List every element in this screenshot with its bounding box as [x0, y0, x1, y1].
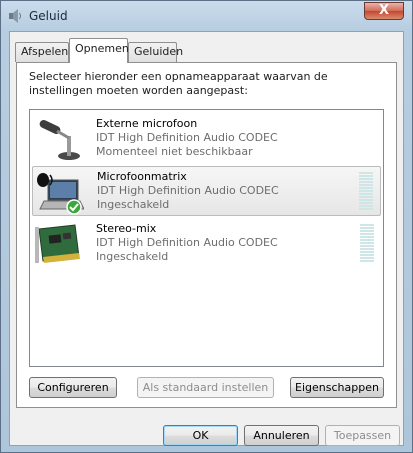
device-name: Microfoonmatrix — [97, 170, 187, 183]
list-item-externe-microfoon[interactable]: Externe microfoon IDT High Definition Au… — [32, 114, 381, 164]
configure-button[interactable]: Configureren — [29, 377, 117, 398]
tab-opnemen[interactable]: Opnemen — [69, 38, 129, 63]
properties-button[interactable]: Eigenschappen — [290, 377, 384, 398]
apply-button[interactable]: Toepassen — [325, 425, 400, 446]
title-bar[interactable]: Geluid X — [1, 1, 412, 31]
device-driver: IDT High Definition Audio CODEC — [96, 236, 278, 249]
sound-dialog-window: Geluid X Afspelen Opnemen Geluiden Selec… — [0, 0, 413, 453]
sound-card-icon — [35, 224, 80, 263]
device-name: Externe microfoon — [96, 117, 198, 130]
level-meter — [359, 172, 373, 212]
ok-button[interactable]: OK — [163, 425, 238, 446]
device-driver: IDT High Definition Audio CODEC — [97, 184, 279, 197]
window-title: Geluid — [29, 9, 68, 23]
device-list[interactable]: Externe microfoon IDT High Definition Au… — [29, 109, 384, 367]
desk-microphone-icon — [39, 120, 80, 160]
close-button[interactable]: X — [364, 2, 404, 20]
speaker-icon — [9, 9, 21, 23]
device-name: Stereo-mix — [96, 222, 157, 235]
list-item-microfoonmatrix[interactable]: Microfoonmatrix IDT High Definition Audi… — [32, 166, 381, 216]
tab-geluiden[interactable]: Geluiden — [128, 42, 183, 62]
level-meter — [360, 224, 374, 264]
laptop-microphone-icon — [37, 173, 84, 215]
instruction-text: Selecteer hieronder een opnameapparaat w… — [29, 70, 328, 97]
device-status: Momenteel niet beschikbaar — [96, 145, 253, 158]
list-item-stereo-mix[interactable]: Stereo-mix IDT High Definition Audio COD… — [32, 219, 381, 269]
device-status: Ingeschakeld — [96, 250, 169, 263]
cancel-button[interactable]: Annuleren — [244, 425, 319, 446]
recording-tab-panel: Selecteer hieronder een opnameapparaat w… — [16, 62, 397, 408]
device-driver: IDT High Definition Audio CODEC — [96, 131, 278, 144]
close-icon: X — [378, 3, 390, 18]
dialog-client-area: Afspelen Opnemen Geluiden Selecteer hier… — [9, 31, 404, 446]
set-default-button[interactable]: Als standaard instellen — [137, 377, 274, 398]
device-status: Ingeschakeld — [97, 198, 170, 211]
tab-afspelen[interactable]: Afspelen — [15, 42, 69, 62]
